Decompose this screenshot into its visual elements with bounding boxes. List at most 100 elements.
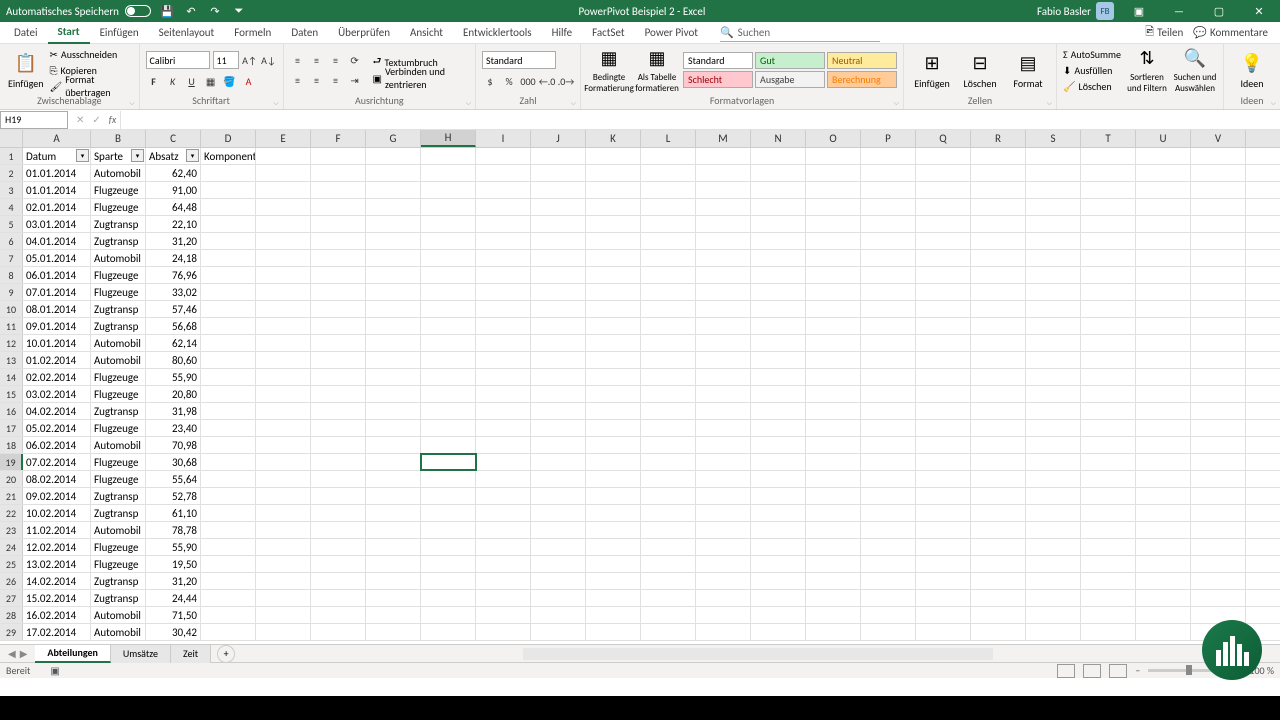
cell-H2[interactable] <box>421 165 476 181</box>
cell-G26[interactable] <box>366 573 421 589</box>
row-header-9[interactable]: 9 <box>0 284 23 300</box>
decrease-decimal-button[interactable]: .0→ <box>558 73 574 89</box>
cell-N29[interactable] <box>751 624 806 640</box>
cell-N5[interactable] <box>751 216 806 232</box>
cell-J8[interactable] <box>531 267 586 283</box>
autosum-button[interactable]: ΣAutoSumme <box>1063 47 1121 62</box>
cell-N27[interactable] <box>751 590 806 606</box>
cell-A9[interactable]: 07.01.2014 <box>23 284 91 300</box>
cell-C29[interactable]: 30,42 <box>146 624 201 640</box>
cell-T14[interactable] <box>1081 369 1136 385</box>
cell-M18[interactable] <box>696 437 751 453</box>
cell-M26[interactable] <box>696 573 751 589</box>
cell-K6[interactable] <box>586 233 641 249</box>
cell-C13[interactable]: 80,60 <box>146 352 201 368</box>
cell-A4[interactable]: 02.01.2014 <box>23 199 91 215</box>
cell-K18[interactable] <box>586 437 641 453</box>
cell-F4[interactable] <box>311 199 366 215</box>
cell-H27[interactable] <box>421 590 476 606</box>
horizontal-scrollbar[interactable] <box>523 648 993 660</box>
cell-U24[interactable] <box>1136 539 1191 555</box>
cell-L28[interactable] <box>641 607 696 623</box>
cell-P16[interactable] <box>861 403 916 419</box>
cell-G11[interactable] <box>366 318 421 334</box>
cell-H12[interactable] <box>421 335 476 351</box>
cell-C4[interactable]: 64,48 <box>146 199 201 215</box>
cell-J6[interactable] <box>531 233 586 249</box>
cell-R28[interactable] <box>971 607 1026 623</box>
cell-U10[interactable] <box>1136 301 1191 317</box>
cell-K10[interactable] <box>586 301 641 317</box>
cell-H23[interactable] <box>421 522 476 538</box>
cell[interactable] <box>311 148 366 164</box>
cell-F17[interactable] <box>311 420 366 436</box>
cell-K4[interactable] <box>586 199 641 215</box>
cell-E19[interactable] <box>256 454 311 470</box>
align-bottom-button[interactable]: ≡ <box>328 52 344 68</box>
font-name-combo[interactable]: Calibri <box>146 51 210 69</box>
cell-M23[interactable] <box>696 522 751 538</box>
cell-H18[interactable] <box>421 437 476 453</box>
cell-F13[interactable] <box>311 352 366 368</box>
cell-I17[interactable] <box>476 420 531 436</box>
cell-A3[interactable]: 01.01.2014 <box>23 182 91 198</box>
cell-T7[interactable] <box>1081 250 1136 266</box>
cell-O2[interactable] <box>806 165 861 181</box>
cell-I4[interactable] <box>476 199 531 215</box>
cell-S7[interactable] <box>1026 250 1081 266</box>
cell-L11[interactable] <box>641 318 696 334</box>
cell-P11[interactable] <box>861 318 916 334</box>
cell-P13[interactable] <box>861 352 916 368</box>
cell-R7[interactable] <box>971 250 1026 266</box>
cell-H24[interactable] <box>421 539 476 555</box>
cell-A26[interactable]: 14.02.2014 <box>23 573 91 589</box>
cell-R15[interactable] <box>971 386 1026 402</box>
cell-E20[interactable] <box>256 471 311 487</box>
cell-S3[interactable] <box>1026 182 1081 198</box>
cell-T29[interactable] <box>1081 624 1136 640</box>
cell-S23[interactable] <box>1026 522 1081 538</box>
cell-N26[interactable] <box>751 573 806 589</box>
tab-seitenlayout[interactable]: Seitenlayout <box>149 22 225 44</box>
cell-V12[interactable] <box>1191 335 1246 351</box>
cell-D4[interactable] <box>201 199 256 215</box>
row-header-28[interactable]: 28 <box>0 607 23 623</box>
cell-Q10[interactable] <box>916 301 971 317</box>
cell-N15[interactable] <box>751 386 806 402</box>
cell-J5[interactable] <box>531 216 586 232</box>
orientation-button[interactable]: ⟳ <box>347 52 363 68</box>
cell-M28[interactable] <box>696 607 751 623</box>
cell-T2[interactable] <box>1081 165 1136 181</box>
cell[interactable] <box>256 148 311 164</box>
cell-D27[interactable] <box>201 590 256 606</box>
cell-M17[interactable] <box>696 420 751 436</box>
cell-K22[interactable] <box>586 505 641 521</box>
cell-Q5[interactable] <box>916 216 971 232</box>
cell-N8[interactable] <box>751 267 806 283</box>
cell-M11[interactable] <box>696 318 751 334</box>
cell-C8[interactable]: 76,96 <box>146 267 201 283</box>
cell-J28[interactable] <box>531 607 586 623</box>
cell-I19[interactable] <box>476 454 531 470</box>
filter-button-a[interactable]: ▾ <box>76 149 89 162</box>
cell-V10[interactable] <box>1191 301 1246 317</box>
cell-L12[interactable] <box>641 335 696 351</box>
row-header-18[interactable]: 18 <box>0 437 23 453</box>
cell-E5[interactable] <box>256 216 311 232</box>
cell-D5[interactable] <box>201 216 256 232</box>
cell-K15[interactable] <box>586 386 641 402</box>
cell-P2[interactable] <box>861 165 916 181</box>
tab-datei[interactable]: Datei <box>4 22 48 44</box>
cell[interactable] <box>476 148 531 164</box>
cell-F6[interactable] <box>311 233 366 249</box>
cell-E27[interactable] <box>256 590 311 606</box>
cell-S24[interactable] <box>1026 539 1081 555</box>
row-header-11[interactable]: 11 <box>0 318 23 334</box>
cell-D21[interactable] <box>201 488 256 504</box>
cell-A6[interactable]: 04.01.2014 <box>23 233 91 249</box>
cell-L18[interactable] <box>641 437 696 453</box>
cell-A13[interactable]: 01.02.2014 <box>23 352 91 368</box>
cell-R9[interactable] <box>971 284 1026 300</box>
cell-V11[interactable] <box>1191 318 1246 334</box>
cell-E23[interactable] <box>256 522 311 538</box>
